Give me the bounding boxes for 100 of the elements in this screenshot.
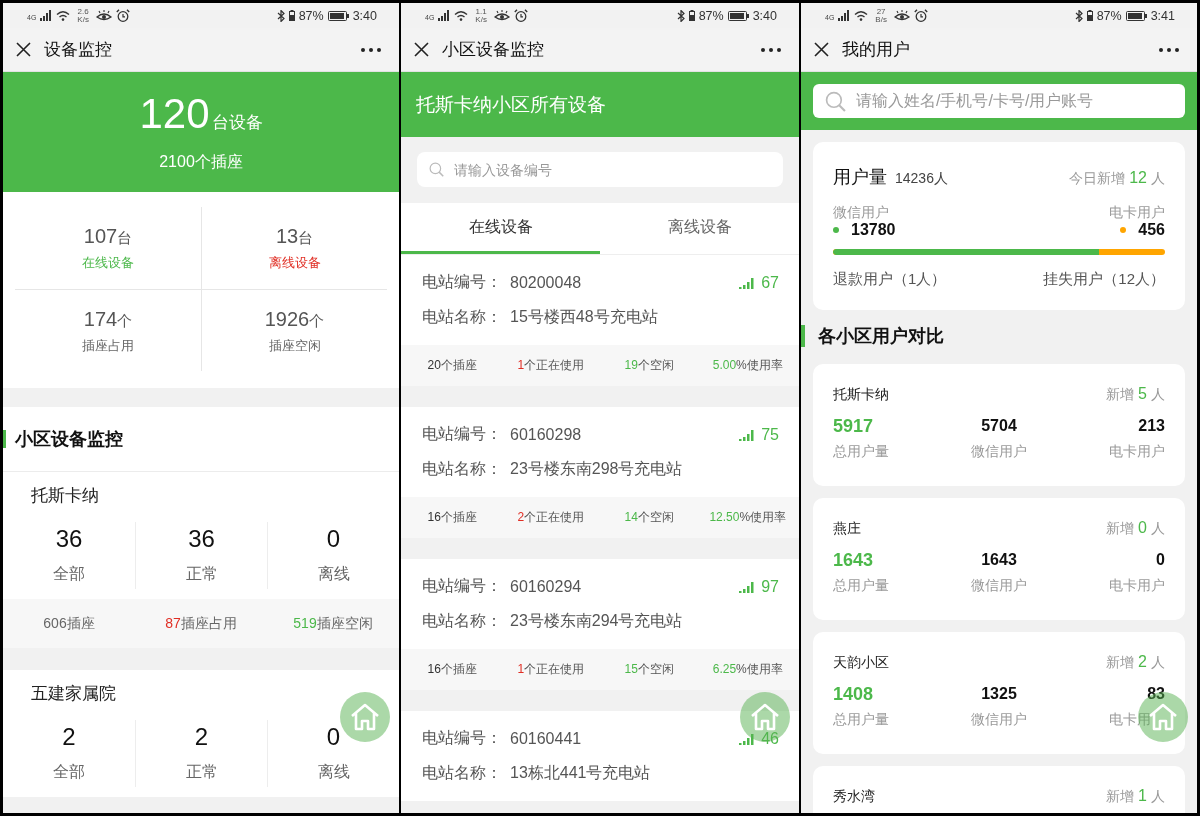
home-icon <box>1148 703 1178 731</box>
station-stat: 19个空闲 <box>624 357 674 374</box>
community-name: 托斯卡纳 <box>833 385 889 404</box>
user-type-label: 电卡用户 <box>1109 203 1165 221</box>
signal-strength-icon <box>739 428 756 441</box>
signal-strength-icon <box>739 580 756 593</box>
close-icon[interactable] <box>814 42 829 57</box>
speed-unit: K/s <box>77 15 89 24</box>
new-users-today: 今日新增 12 人 <box>1069 168 1165 188</box>
count-label: 离线 <box>317 564 350 584</box>
eye-icon <box>95 9 112 22</box>
community-name: 托斯卡纳 <box>31 484 99 507</box>
new-users: 新增 1 人 <box>1106 786 1165 806</box>
community-name: 五建家属院 <box>31 682 116 705</box>
signal-value: 67 <box>761 273 779 292</box>
search-field[interactable]: 请输入姓名/手机号/卡号/用户账号 <box>813 84 1185 118</box>
vertical-battery-icon <box>688 10 695 21</box>
community-name: 秀水湾 <box>833 787 875 806</box>
eye-icon <box>893 9 910 22</box>
battery-icon <box>327 10 349 21</box>
more-icon[interactable] <box>361 47 381 52</box>
search-icon <box>825 90 846 112</box>
more-icon[interactable] <box>761 47 781 52</box>
lost-card-users: 挂失用户（12人） <box>1043 269 1165 289</box>
station-number: 60160298 <box>510 425 582 444</box>
user-count-label: 微信用户 <box>971 710 1027 729</box>
network-speed: 1.1 <box>475 7 487 16</box>
user-count-label: 总用户量 <box>833 710 889 729</box>
home-button[interactable] <box>740 692 790 742</box>
station-stat: 20个插座 <box>427 357 477 374</box>
station-name: 23号楼东南298号充电站 <box>510 459 683 479</box>
station-number: 60160294 <box>510 577 582 596</box>
stat-value: 107台 <box>83 224 133 249</box>
station-number: 60160441 <box>510 729 582 748</box>
home-icon <box>350 703 380 731</box>
user-count: 1643 <box>981 550 1017 570</box>
banner-title: 托斯卡纳小区所有设备 <box>416 92 606 117</box>
network-speed: 27 <box>876 7 886 16</box>
socket-stat: 87插座占用 <box>165 614 237 633</box>
stat-label: 离线设备 <box>268 254 321 272</box>
count-label: 正常 <box>185 762 218 782</box>
community-name: 燕庄 <box>833 519 861 538</box>
count-value: 36 <box>188 524 215 554</box>
user-type-count: 13780 <box>851 221 896 239</box>
wifi-icon <box>56 10 71 21</box>
stat-value: 174个 <box>83 306 133 332</box>
user-count-label: 微信用户 <box>971 442 1027 461</box>
page-title: 我的用户 <box>842 39 910 61</box>
count-label: 全部 <box>53 762 85 782</box>
count-label: 正常 <box>185 564 218 584</box>
user-count: 5704 <box>981 416 1017 436</box>
search-field[interactable]: 请输入设备编号 <box>417 152 783 187</box>
refunded-users: 退款用户（1人） <box>833 269 947 289</box>
user-type-count: 456 <box>1138 221 1165 239</box>
signal-strength-icon <box>739 276 756 289</box>
battery-icon <box>727 10 749 21</box>
bluetooth-icon <box>1074 9 1083 22</box>
user-count-label: 总用户量 <box>833 442 889 461</box>
station-stat: 12.50%使用率 <box>709 509 787 526</box>
close-icon[interactable] <box>16 42 31 57</box>
user-count: 83 <box>1147 684 1165 704</box>
user-count-label: 微信用户 <box>971 576 1027 595</box>
user-count-label: 电卡用户 <box>1109 442 1165 461</box>
wifi-icon <box>454 10 469 21</box>
section-marker <box>801 325 805 347</box>
more-icon[interactable] <box>1159 47 1179 52</box>
field-label: 电站编号： <box>422 728 502 748</box>
signal-value: 97 <box>761 577 779 596</box>
stat-label: 在线设备 <box>82 254 134 272</box>
signal-bars-icon <box>838 10 851 21</box>
user-count: 1325 <box>981 684 1017 704</box>
field-label: 电站名称： <box>422 459 502 479</box>
socket-stat: 519插座空闲 <box>293 614 373 633</box>
socket-count: 2100个插座 <box>159 152 243 172</box>
user-count: 0 <box>1156 550 1165 570</box>
station-stat: 15个空闲 <box>624 661 674 678</box>
user-count: 213 <box>1138 416 1165 436</box>
field-label: 电站编号： <box>422 272 502 292</box>
station-stat: 1个正在使用 <box>517 661 585 678</box>
clock-time: 3:40 <box>352 8 377 23</box>
close-icon[interactable] <box>414 42 429 57</box>
count-value: 36 <box>55 524 83 554</box>
bluetooth-icon <box>276 9 285 22</box>
station-stat: 5.00%使用率 <box>712 357 783 374</box>
section-title: 各小区用户对比 <box>818 325 944 348</box>
count-label: 离线 <box>317 762 350 782</box>
summary-title: 用户量 <box>833 166 887 188</box>
field-label: 电站编号： <box>422 576 502 596</box>
field-label: 电站编号： <box>422 424 502 444</box>
device-count: 120 台设备 <box>139 91 263 139</box>
count-value: 2 <box>62 722 76 752</box>
vertical-battery-icon <box>288 10 295 21</box>
battery-percent: 87% <box>698 8 724 23</box>
speed-unit: B/s <box>875 15 887 24</box>
new-users: 新增 0 人 <box>1106 518 1165 538</box>
clock-time: 3:40 <box>752 8 777 23</box>
count-label: 全部 <box>53 564 85 584</box>
station-name: 15号楼西48号充电站 <box>510 307 658 327</box>
battery-percent: 87% <box>1096 8 1122 23</box>
signal-bars-icon <box>40 10 53 21</box>
